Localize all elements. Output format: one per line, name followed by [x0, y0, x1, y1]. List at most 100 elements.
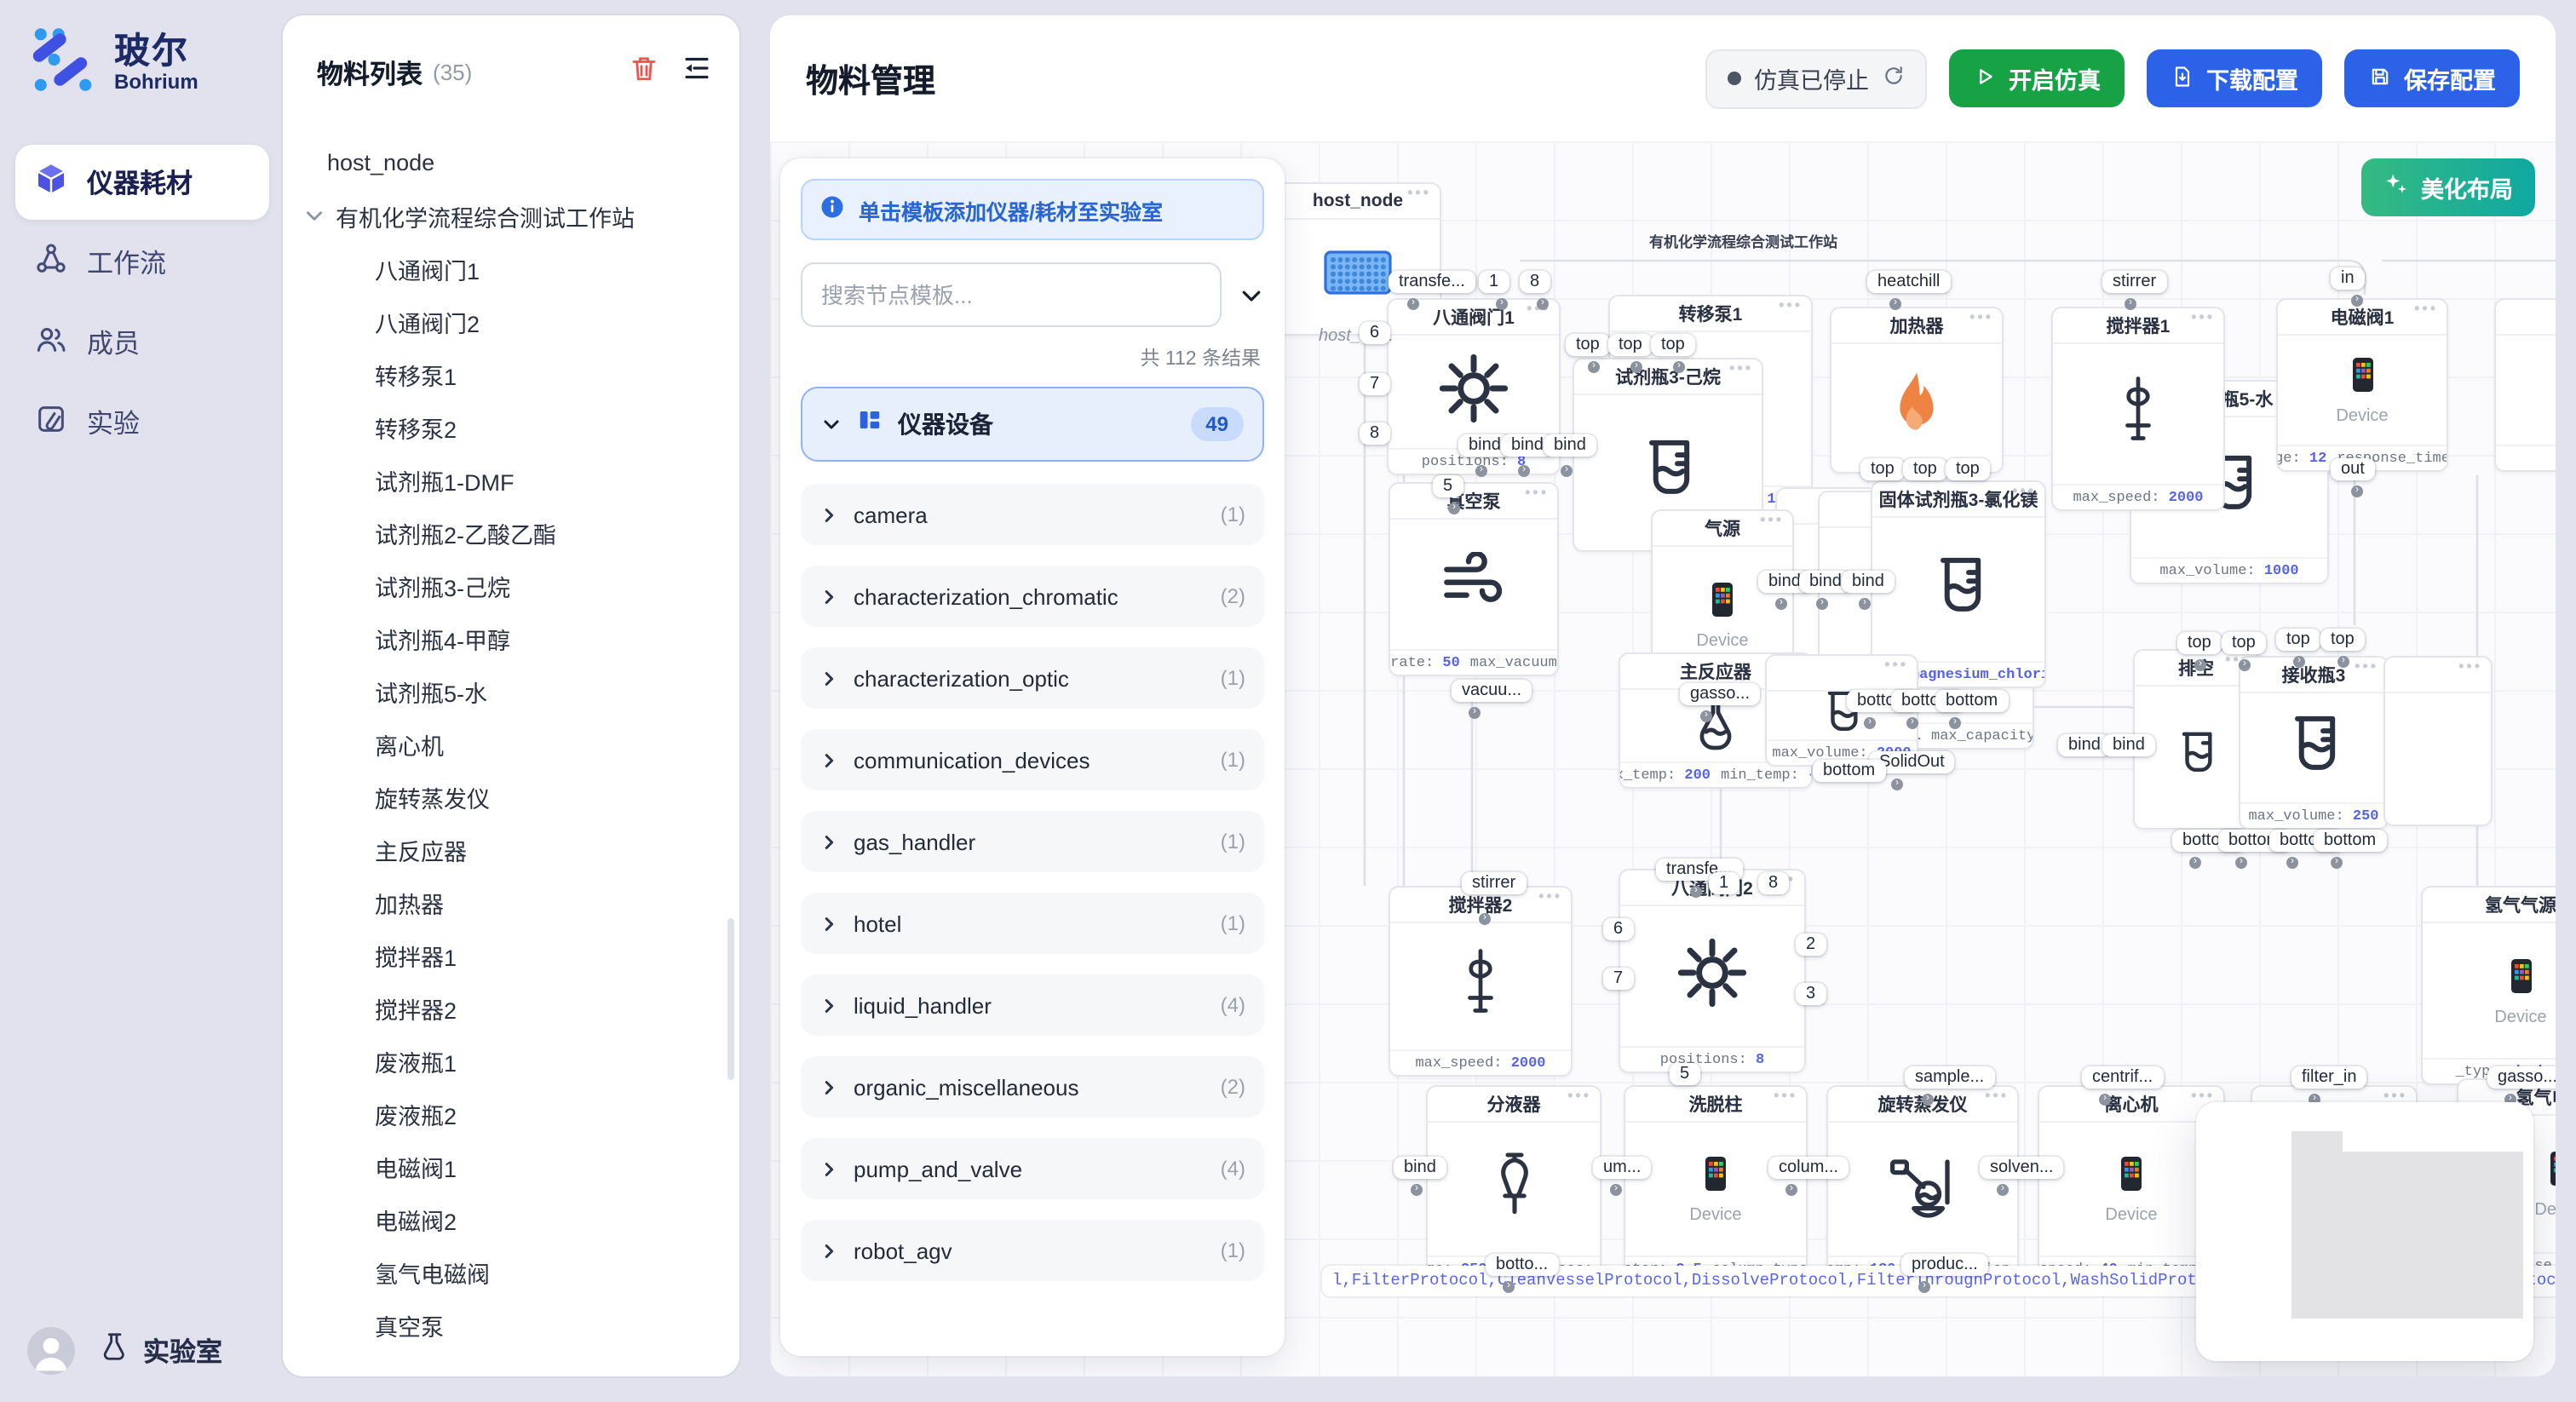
lab-entry[interactable]: 实验室: [97, 1330, 222, 1371]
template-item-gas_handler[interactable]: gas_handler(1): [801, 811, 1264, 872]
port-dot[interactable]: ›: [1700, 710, 1712, 722]
port-chip[interactable]: 1: [1479, 271, 1509, 293]
port-chip[interactable]: top: [2177, 632, 2222, 654]
material-tree-item[interactable]: 电磁阀2: [283, 1192, 739, 1245]
canvas-node[interactable]: 电磁阀1•••Devicevoltage: 12response_time: 0…: [2276, 298, 2448, 472]
port-dot[interactable]: ›: [1918, 1281, 1930, 1293]
download-config-button[interactable]: 下载配置: [2147, 49, 2322, 107]
port-chip[interactable]: 8: [1360, 422, 1389, 445]
port-dot[interactable]: ›: [1775, 598, 1787, 610]
simulation-status-chip[interactable]: 仿真已停止: [1705, 49, 1927, 108]
tree-item-root[interactable]: host_node: [283, 136, 739, 189]
node-menu-icon[interactable]: •••: [2191, 308, 2215, 325]
port-chip[interactable]: 5: [1670, 1063, 1699, 1085]
port-chip[interactable]: gasso...: [2487, 1066, 2556, 1089]
port-chip[interactable]: bottom: [1935, 690, 2008, 712]
material-tree-item[interactable]: 搅拌器1: [283, 928, 739, 981]
port-chip[interactable]: top: [2222, 632, 2266, 654]
sidebar-item-工作流[interactable]: 工作流: [15, 225, 269, 300]
delete-icon[interactable]: [629, 53, 659, 92]
port-dot[interactable]: ›: [1891, 779, 1903, 790]
node-menu-icon[interactable]: •••: [1985, 1087, 2009, 1104]
port-dot[interactable]: ›: [2189, 857, 2201, 869]
material-tree-item[interactable]: 旋转蒸发仪: [283, 770, 739, 823]
material-tree-item[interactable]: 废液瓶2: [283, 1087, 739, 1140]
brand-logo[interactable]: 玻尔 Bohrium: [0, 0, 285, 104]
port-chip[interactable]: bind: [1544, 434, 1596, 457]
port-chip[interactable]: vacuu...: [1452, 680, 1532, 702]
sidebar-item-实验[interactable]: 实验: [15, 385, 269, 460]
material-tree-item[interactable]: 试剂瓶5-水: [283, 664, 739, 717]
canvas-node[interactable]: 加热器•••: [1830, 307, 2004, 474]
port-chip[interactable]: 8: [1758, 872, 1788, 894]
material-tree-item[interactable]: 主反应器: [283, 823, 739, 876]
port-dot[interactable]: ›: [1997, 1184, 2009, 1196]
port-chip[interactable]: top: [1946, 458, 1990, 480]
port-chip[interactable]: bind: [1394, 1157, 1446, 1179]
node-menu-icon[interactable]: •••: [1567, 1087, 1591, 1104]
canvas-node[interactable]: 氢气气源•••Device_type: hydrogen: [2421, 886, 2556, 1085]
canvas-node[interactable]: 洗脱柱•••Devicediameter: 2.5column_type: si: [1624, 1085, 1808, 1283]
port-chip[interactable]: 8: [1520, 271, 1550, 293]
port-dot[interactable]: ›: [1469, 707, 1481, 719]
port-dot[interactable]: ›: [1610, 1184, 1622, 1196]
port-dot[interactable]: ›: [1922, 1094, 1934, 1106]
canvas-node[interactable]: •••: [2383, 656, 2493, 826]
port-chip[interactable]: centrif...: [2082, 1066, 2163, 1089]
port-dot[interactable]: ›: [1690, 886, 1702, 898]
node-menu-icon[interactable]: •••: [2191, 1087, 2215, 1104]
port-chip[interactable]: 3: [1796, 983, 1826, 1005]
material-tree-item[interactable]: 八通阀门2: [283, 295, 739, 348]
template-item-characterization_chromatic[interactable]: characterization_chromatic(2): [801, 566, 1264, 627]
scrollbar-thumb[interactable]: [727, 918, 734, 1080]
material-tree-item[interactable]: 转移泵2: [283, 400, 739, 453]
port-chip[interactable]: top: [1566, 334, 1610, 356]
port-chip[interactable]: sample...: [1905, 1066, 1994, 1089]
port-dot[interactable]: ›: [1673, 361, 1685, 373]
port-dot[interactable]: ›: [2239, 659, 2251, 671]
avatar[interactable]: [27, 1327, 75, 1375]
refresh-icon[interactable]: [1883, 65, 1905, 92]
template-item-pump_and_valve[interactable]: pump_and_valve(4): [801, 1138, 1264, 1199]
port-dot[interactable]: ›: [1496, 298, 1508, 310]
port-dot[interactable]: ›: [2235, 857, 2247, 869]
port-chip[interactable]: gasso...: [1680, 683, 1760, 705]
port-chip[interactable]: 7: [1603, 968, 1633, 990]
port-dot[interactable]: ›: [1630, 361, 1642, 373]
port-dot[interactable]: ›: [2125, 298, 2136, 310]
material-tree-item[interactable]: 电磁阀1: [283, 1140, 739, 1192]
node-menu-icon[interactable]: •••: [1538, 888, 1562, 905]
node-menu-icon[interactable]: •••: [1525, 484, 1549, 501]
graph-canvas[interactable]: 有机化学流程综合测试工作站 host_node•••八通阀门1•••positi…: [770, 141, 2556, 1376]
port-dot[interactable]: ›: [2351, 295, 2363, 307]
port-chip[interactable]: 1: [1709, 872, 1739, 894]
port-chip[interactable]: solven...: [1980, 1157, 2064, 1179]
port-chip[interactable]: botto...: [1486, 1254, 1558, 1276]
port-dot[interactable]: ›: [1448, 503, 1460, 514]
port-chip[interactable]: out: [2331, 458, 2375, 480]
port-chip[interactable]: stirrer: [1462, 872, 1526, 894]
category-instruments[interactable]: 仪器设备 49: [801, 387, 1264, 462]
port-dot[interactable]: ›: [1503, 1281, 1515, 1293]
port-chip[interactable]: bind: [2102, 734, 2155, 756]
node-menu-icon[interactable]: •••: [1779, 296, 1803, 313]
port-chip[interactable]: top: [1651, 334, 1695, 356]
sidebar-item-成员[interactable]: 成员: [15, 305, 269, 380]
node-menu-icon[interactable]: •••: [1969, 308, 1993, 325]
material-tree-item[interactable]: 试剂瓶2-乙酸乙酯: [283, 506, 739, 559]
canvas-node[interactable]: 八通阀门2•••positions: 8: [1619, 869, 1806, 1073]
node-menu-icon[interactable]: •••: [2355, 658, 2378, 675]
port-chip[interactable]: bottom: [1813, 760, 1885, 782]
node-menu-icon[interactable]: •••: [1774, 1087, 1797, 1104]
material-tree-item[interactable]: 试剂瓶3-己烷: [283, 559, 739, 612]
port-dot[interactable]: ›: [1537, 298, 1549, 310]
port-dot[interactable]: ›: [1906, 717, 1918, 729]
port-dot[interactable]: ›: [1475, 465, 1487, 477]
material-tree-item[interactable]: 搅拌器2: [283, 981, 739, 1034]
material-tree-item[interactable]: 转移泵1: [283, 348, 739, 400]
node-menu-icon[interactable]: •••: [2012, 482, 2036, 499]
chevron-down-icon[interactable]: [303, 204, 325, 227]
port-dot[interactable]: ›: [1407, 298, 1419, 310]
port-chip[interactable]: top: [1608, 334, 1653, 356]
template-item-characterization_optic[interactable]: characterization_optic(1): [801, 647, 1264, 709]
